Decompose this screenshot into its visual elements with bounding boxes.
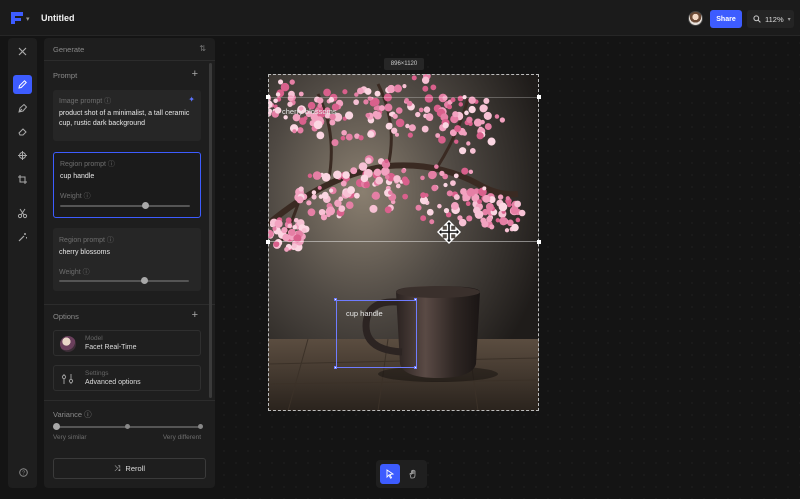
chevron-down-icon[interactable]: ▾ bbox=[26, 15, 30, 23]
weight-label: Weight ⓘ bbox=[60, 193, 91, 200]
help-icon[interactable]: ? bbox=[19, 468, 28, 477]
region-label: cup handle bbox=[346, 309, 383, 318]
share-button[interactable]: Share bbox=[710, 10, 742, 28]
shuffle-icon: ⤨ bbox=[114, 463, 121, 473]
region-prompt-text[interactable]: cup handle bbox=[60, 172, 192, 182]
add-prompt-button[interactable]: + bbox=[192, 69, 198, 80]
select-tool-button[interactable] bbox=[380, 464, 400, 484]
region-handle[interactable] bbox=[414, 366, 417, 369]
zoom-level: 112% bbox=[765, 14, 784, 24]
region-handle[interactable] bbox=[334, 298, 337, 301]
divider bbox=[44, 304, 215, 305]
cursor-icon bbox=[386, 469, 395, 479]
region-prompt-label: Region prompt ⓘ bbox=[59, 237, 114, 244]
region-handle[interactable] bbox=[334, 366, 337, 369]
region-handle[interactable] bbox=[266, 240, 270, 244]
app-logo-icon[interactable] bbox=[10, 11, 24, 25]
reroll-label: Reroll bbox=[125, 464, 145, 473]
variance-max-label: Very different bbox=[162, 434, 201, 441]
brush-tool[interactable] bbox=[13, 75, 32, 94]
divider bbox=[44, 60, 215, 61]
eraser-tool[interactable] bbox=[13, 122, 32, 141]
cut-tool[interactable] bbox=[13, 204, 32, 223]
info-icon: ⓘ bbox=[84, 410, 92, 419]
pencil-icon bbox=[18, 80, 27, 89]
info-icon: ⓘ bbox=[82, 269, 90, 276]
info-icon: ⓘ bbox=[106, 237, 114, 244]
info-icon: ⓘ bbox=[104, 98, 112, 105]
canvas-toolbar bbox=[376, 460, 427, 488]
region-label: cherry blossoms bbox=[282, 107, 337, 116]
hand-icon bbox=[409, 469, 416, 479]
close-icon bbox=[18, 47, 27, 56]
pen-nib-icon bbox=[18, 103, 28, 113]
chevron-down-icon: ▾ bbox=[787, 16, 791, 23]
region-prompt-card[interactable]: Region prompt ⓘ cherry blossoms Weight ⓘ bbox=[53, 228, 201, 291]
model-selector[interactable]: Model Facet Real-Time bbox=[53, 330, 201, 356]
sparkle-icon[interactable]: ✦ bbox=[188, 95, 195, 104]
crop-icon bbox=[18, 175, 27, 184]
weight-slider-thumb[interactable] bbox=[142, 202, 150, 209]
image-prompt-label: Image prompt ⓘ bbox=[59, 98, 112, 105]
pan-tool-button[interactable] bbox=[403, 464, 423, 484]
weight-slider[interactable] bbox=[60, 205, 190, 207]
variance-label: Variance ⓘ bbox=[53, 410, 92, 419]
variance-min-label: Very similar bbox=[53, 434, 87, 441]
options-section-title: Options bbox=[53, 312, 79, 321]
region-prompt-label: Region prompt ⓘ bbox=[60, 161, 115, 168]
avatar[interactable] bbox=[688, 11, 703, 26]
weight-slider-thumb[interactable] bbox=[141, 277, 149, 284]
divider bbox=[44, 400, 215, 401]
image-prompt-card[interactable]: Image prompt ⓘ ✦ product shot of a minim… bbox=[53, 90, 201, 141]
region-prompt-card[interactable]: Region prompt ⓘ cup handle Weight ⓘ bbox=[53, 152, 201, 218]
size-badge: 896×1120 bbox=[384, 58, 424, 70]
model-name: Facet Real-Time bbox=[85, 344, 137, 351]
variance-slider-step bbox=[125, 424, 130, 429]
search-icon bbox=[753, 15, 761, 23]
region-handle[interactable] bbox=[537, 95, 541, 99]
close-button[interactable] bbox=[13, 42, 32, 61]
model-avatar bbox=[60, 336, 76, 352]
region-cherry-blossoms[interactable] bbox=[268, 97, 539, 242]
zoom-control[interactable]: 112% ▾ bbox=[747, 10, 794, 28]
region-handle[interactable] bbox=[266, 95, 270, 99]
reroll-button[interactable]: ⤨ Reroll bbox=[53, 458, 206, 479]
variance-slider-thumb[interactable] bbox=[52, 423, 60, 430]
settings-row[interactable]: Settings Advanced options bbox=[53, 365, 201, 391]
svg-text:?: ? bbox=[22, 471, 25, 477]
weight-label: Weight ⓘ bbox=[59, 269, 90, 276]
eraser-icon bbox=[18, 128, 27, 136]
panel-title: Generate bbox=[53, 45, 85, 54]
move-cursor-icon bbox=[437, 220, 461, 244]
settings-value: Advanced options bbox=[85, 379, 141, 386]
move-icon bbox=[18, 151, 27, 160]
sliders-icon bbox=[61, 374, 74, 384]
generate-panel: Generate ⇅ Prompt + Image prompt ⓘ ✦ pro… bbox=[44, 38, 215, 488]
document-title[interactable]: Untitled bbox=[41, 13, 75, 23]
magic-tool[interactable] bbox=[13, 228, 32, 247]
crop-tool[interactable] bbox=[13, 170, 32, 189]
image-prompt-text[interactable]: product shot of a minimalist, a tall cer… bbox=[59, 109, 193, 129]
info-icon: ⓘ bbox=[107, 161, 115, 168]
scissors-icon bbox=[17, 208, 28, 219]
panel-scrollbar[interactable] bbox=[209, 63, 212, 398]
magic-wand-icon bbox=[18, 233, 27, 242]
model-label: Model bbox=[85, 335, 103, 342]
region-prompt-text[interactable]: cherry blossoms bbox=[59, 248, 193, 258]
weight-slider[interactable] bbox=[59, 280, 189, 282]
pen-tool[interactable] bbox=[13, 99, 32, 118]
region-handle[interactable] bbox=[537, 240, 541, 244]
sort-icon[interactable]: ⇅ bbox=[199, 44, 206, 53]
info-icon: ⓘ bbox=[83, 193, 91, 200]
top-bar: ▾ Untitled Share 112% ▾ bbox=[0, 0, 800, 36]
move-tool[interactable] bbox=[13, 146, 32, 165]
settings-label: Settings bbox=[85, 370, 109, 377]
prompt-section-title: Prompt bbox=[53, 71, 78, 80]
add-option-button[interactable]: + bbox=[192, 310, 198, 321]
tool-rail: ? bbox=[8, 38, 37, 488]
region-handle[interactable] bbox=[414, 298, 417, 301]
variance-slider-step bbox=[198, 424, 203, 429]
